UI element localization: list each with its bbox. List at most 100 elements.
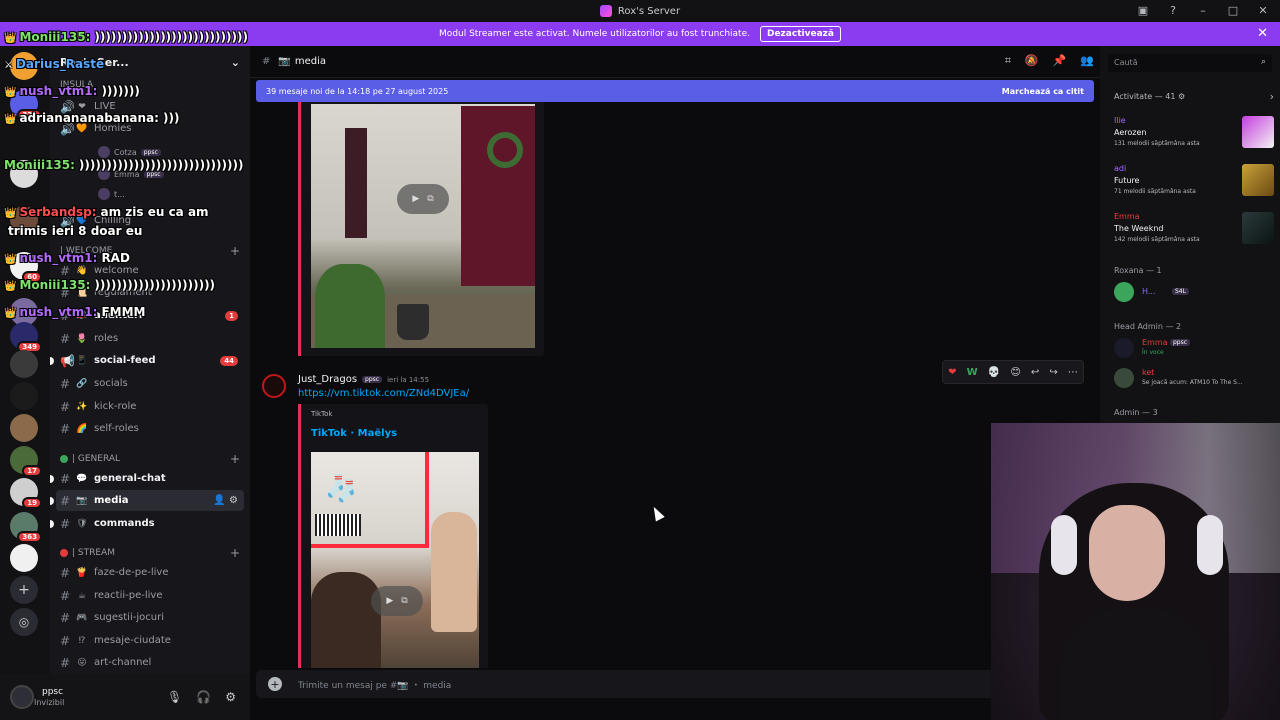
add-channel-icon[interactable]: + (230, 244, 240, 258)
inbox-icon[interactable]: ▣ (1136, 3, 1150, 17)
server-icon-12[interactable]: 19 (10, 478, 42, 509)
channel-social-feed[interactable]: 📢 📱 social-feed 44 (50, 350, 244, 371)
member-item[interactable]: Emma ppsc În voce (1114, 336, 1274, 360)
voice-user-name: Cotza (114, 147, 137, 157)
headphones-icon[interactable]: 🎧 (196, 690, 211, 704)
forward-icon[interactable]: ↪ (1049, 367, 1057, 378)
channel-media[interactable]: # 📷 media 👤 ⚙ (50, 490, 244, 511)
member-name: Emma (1142, 338, 1168, 347)
activity-item[interactable]: adi Future 71 melodii săptămâna asta (1114, 164, 1274, 204)
server-name: Rox's Ser... (60, 55, 129, 69)
channel-mesaje-ciudate[interactable]: # ⁉ mesaje-ciudate (56, 630, 244, 651)
more-icon[interactable]: ⋯ (1068, 367, 1078, 378)
maximize-button[interactable]: □ (1226, 3, 1240, 17)
channel-general-chat[interactable]: # 💬 general-chat (50, 468, 244, 489)
voice-user[interactable]: Emma ppsc (98, 168, 164, 180)
message-composer[interactable]: + Trimite un mesaj pe #📷 ・ media 🎁 (256, 670, 1094, 698)
disable-streamer-button[interactable]: Dezactivează (759, 26, 841, 42)
channel-self-roles[interactable]: # 🌈 self-roles (56, 418, 244, 439)
channel-regulament[interactable]: # 📜 regulament (56, 282, 244, 303)
channel-commands[interactable]: # 🛡 commands (50, 513, 244, 534)
channel-anunturi[interactable]: # 📣 anunturi 1 (56, 305, 244, 326)
reaction-w[interactable]: W (967, 367, 978, 378)
server-icon-11[interactable]: 17 (10, 446, 42, 477)
video-thumbnail[interactable]: 🧦 ▶ ⧉ (311, 452, 479, 668)
pin-icon[interactable]: 📌 (1053, 54, 1067, 68)
help-icon[interactable]: ? (1166, 3, 1180, 17)
close-window-button[interactable]: ✕ (1256, 3, 1270, 17)
reaction-smile[interactable]: 😊 (1010, 367, 1020, 378)
search-input[interactable]: Caută ⌕ (1108, 54, 1272, 72)
channel-kick-role[interactable]: # ✨ kick-role (56, 396, 244, 417)
server-icon-8[interactable] (10, 350, 38, 378)
channel-settings-icon[interactable]: 👤 ⚙ (213, 495, 238, 506)
server-icon-5[interactable]: 60 (10, 252, 42, 283)
add-channel-icon[interactable]: + (230, 546, 240, 560)
category-insula[interactable]: INSULA (60, 80, 240, 90)
threads-icon[interactable]: ⌗ (1005, 54, 1011, 68)
mark-read-button[interactable]: Marchează ca citit (1002, 87, 1084, 96)
add-server-icon[interactable]: + (10, 576, 38, 604)
voice-user[interactable]: Cotza ppsc (98, 146, 161, 158)
voice-channel-chilling[interactable]: 🔊 💙 Chilling (56, 210, 244, 231)
channel-name: Homies (94, 123, 132, 134)
channel-faze-de-pe-live[interactable]: # 🍟 faze-de-pe-live (56, 562, 244, 583)
server-icon-7[interactable]: 349 (10, 322, 42, 353)
channel-name: LIVE (94, 101, 116, 112)
voice-user[interactable]: t... (98, 188, 125, 200)
member-item[interactable]: H... S4L (1114, 280, 1274, 304)
server-icon-10[interactable] (10, 414, 38, 442)
members-icon[interactable]: 👥 (1080, 54, 1094, 68)
hash-icon: # (262, 56, 271, 67)
play-button[interactable]: ▶ ⧉ (371, 586, 423, 616)
microphone-icon[interactable]: 🎙 (167, 690, 182, 704)
play-button[interactable]: ▶ ⧉ (397, 184, 449, 214)
voice-channel-live[interactable]: 🔊 ❤ LIVE (56, 96, 244, 117)
avatar (1114, 282, 1134, 302)
album-cover (1242, 212, 1274, 244)
avatar[interactable] (262, 374, 286, 398)
channel-art-channel[interactable]: # 😛 art-channel (56, 652, 244, 673)
video-thumbnail[interactable]: ▶ ⧉ (311, 104, 535, 348)
activity-item[interactable]: Ilie Aerozen 131 melodii săptămâna asta (1114, 116, 1274, 156)
add-attachment-icon[interactable]: + (268, 677, 282, 691)
category-stream[interactable]: | STREAM + (60, 546, 240, 560)
category-general[interactable]: | GENERAL + (60, 452, 240, 466)
category-welcome[interactable]: | WELCOME + (60, 244, 240, 258)
channel-reactii-pe-live[interactable]: # ☕ reactii-pe-live (56, 585, 244, 606)
channel-socials[interactable]: # 🔗 socials (56, 373, 244, 394)
author-name[interactable]: Just_Dragos (298, 374, 357, 385)
banner-close-icon[interactable]: ✕ (1257, 26, 1268, 41)
channel-sugestii-jocuri[interactable]: # 🎮 sugestii-jocuri (56, 607, 244, 628)
server-icon-3[interactable] (10, 160, 38, 188)
streamer-mode-text: Modul Streamer este activat. Numele util… (439, 29, 750, 39)
server-icon-9[interactable] (10, 382, 38, 410)
server-icon-13[interactable]: 363 (10, 512, 42, 543)
server-icon-4[interactable] (10, 206, 38, 234)
server-icon-14[interactable] (10, 544, 38, 572)
server-icon-2[interactable]: 334 (10, 90, 42, 121)
reply-icon[interactable]: ↩ (1031, 367, 1039, 378)
notifications-icon[interactable]: 🔕 (1025, 54, 1039, 68)
avatar[interactable] (10, 685, 34, 709)
activity-item[interactable]: Emma The Weeknd 142 melodii săptămâna as… (1114, 212, 1274, 252)
voice-channel-homies[interactable]: 🔊 🧡 Homies (56, 118, 244, 139)
minimize-button[interactable]: – (1196, 3, 1210, 17)
add-channel-icon[interactable]: + (230, 452, 240, 466)
gear-icon[interactable]: ⚙ (225, 690, 236, 704)
member-item[interactable]: ket Se joacă acum: ATM10 To The S... (1114, 366, 1274, 390)
activity-header[interactable]: Activitate — 41 ⚙ › (1114, 90, 1274, 103)
message-link[interactable]: https://vm.tiktok.com/ZNd4DVJEa/ (298, 388, 469, 399)
channel-welcome[interactable]: # 👋 welcome (56, 260, 244, 281)
embed-title[interactable]: TikTok · Maëlys (311, 428, 397, 439)
app-window: Rox's Server ▣ ? – □ ✕ Modul Streamer es… (0, 0, 1280, 720)
channel-roles[interactable]: # 🌷 roles (56, 328, 244, 349)
reaction-skull[interactable]: 💀 (988, 367, 1000, 378)
reaction-heart[interactable]: ❤ (948, 367, 956, 378)
server-icon-1[interactable] (10, 52, 38, 80)
discover-icon[interactable]: ◎ (10, 608, 38, 636)
user-info[interactable]: ppsc Invizibil (34, 687, 64, 707)
server-header[interactable]: Rox's Ser... ⌄ (50, 46, 250, 78)
new-messages-bar[interactable]: 39 mesaje noi de la 14:18 pe 27 august 2… (256, 80, 1094, 102)
category-label: | WELCOME (60, 246, 113, 256)
